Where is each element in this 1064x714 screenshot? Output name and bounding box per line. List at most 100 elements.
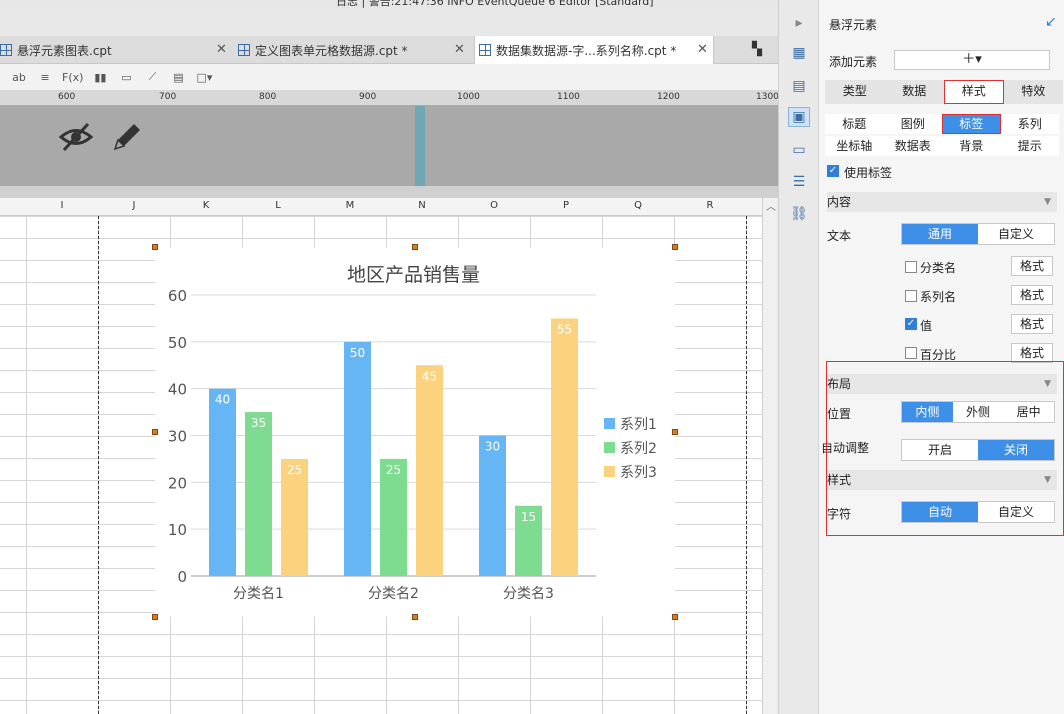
tab-menu-icon[interactable]: ▚ [752, 42, 762, 57]
y-tick-label: 60 [168, 287, 187, 305]
column-label[interactable]: L [242, 200, 314, 211]
text-mode-custom[interactable]: 自定义 [978, 224, 1054, 244]
chart-tool-button[interactable]: ▮▮ [91, 71, 109, 84]
y-tick-label: 0 [177, 568, 187, 586]
bar-chart: 地区产品销售量 0 10 20 30 40 50 60 40 35 25 分类名1 50 25 45 分类名2… [168, 264, 657, 602]
column-label[interactable]: O [458, 200, 530, 211]
data-label: 25 [287, 463, 302, 477]
close-icon[interactable]: ✕ [697, 42, 708, 57]
pencil-icon[interactable] [110, 120, 144, 154]
add-element-label: 添加元素 [829, 55, 878, 69]
list-icon[interactable]: ☰ [789, 173, 809, 191]
style-subtabs-row1: 标题 图例 标签 系列 [825, 114, 1059, 134]
tab-doc-2[interactable]: 定义图表单元格数据源.cpt * ✕ [238, 36, 470, 64]
border-tool-button[interactable]: □▾ [195, 71, 213, 84]
subtab-series[interactable]: 系列 [1000, 114, 1059, 134]
float-element-icon[interactable]: ▣ [788, 107, 810, 127]
tab-type[interactable]: 类型 [825, 80, 885, 104]
resize-handle[interactable] [412, 244, 418, 250]
value-checkbox[interactable]: ✓ [905, 318, 917, 330]
percent-checkbox[interactable] [905, 347, 917, 359]
vertical-scrollbar[interactable]: ︿ [762, 198, 778, 714]
subtab-legend[interactable]: 图例 [883, 114, 942, 134]
series-name-checkbox[interactable] [905, 290, 917, 302]
subtab-tooltip[interactable]: 提示 [1000, 136, 1059, 156]
column-label[interactable]: N [386, 200, 458, 211]
tab-label: 悬浮元素图表.cpt [17, 43, 112, 58]
column-label[interactable]: R [674, 200, 746, 211]
collapse-arrow-icon[interactable]: ▸ [789, 14, 809, 32]
format-button[interactable]: 格式 [1011, 285, 1053, 305]
highlight-box [826, 361, 1064, 536]
text-mode-general[interactable]: 通用 [902, 224, 978, 244]
tab-doc-3[interactable]: 数据集数据源-字...系列名称.cpt * ✕ [474, 36, 714, 64]
subtab-label[interactable]: 标签 [942, 114, 1001, 134]
format-button[interactable]: 格式 [1011, 314, 1053, 334]
resize-handle[interactable] [672, 244, 678, 250]
resize-handle[interactable] [152, 614, 158, 620]
column-label[interactable]: K [170, 200, 242, 211]
format-button[interactable]: 格式 [1011, 343, 1053, 363]
y-tick-label: 20 [168, 474, 187, 492]
column-label[interactable]: J [98, 200, 170, 211]
tab-style[interactable]: 样式 [944, 80, 1004, 104]
format-button[interactable]: 格式 [1011, 256, 1053, 276]
x-tick-label: 分类名2 [368, 586, 419, 602]
widget-icon[interactable]: ▭ [789, 141, 809, 159]
tab-label: 定义图表单元格数据源.cpt * [255, 43, 408, 58]
use-label-text: 使用标签 [844, 166, 893, 180]
tab-doc-1[interactable]: 悬浮元素图表.cpt ✕ [0, 36, 232, 64]
slash-tool-button[interactable]: ⟋ [143, 70, 161, 84]
column-header: I J K L M N O P Q R [0, 198, 762, 216]
format-toolbar: ab ≡ F(x) ▮▮ ▭ ⟋ ▤ □▾ [0, 64, 778, 90]
page-break-line [98, 216, 99, 714]
add-element-button[interactable]: ＋▾ [894, 50, 1050, 70]
scroll-up-icon[interactable]: ︿ [766, 198, 776, 213]
ruler-tick: 1300 [756, 92, 778, 102]
text-mode-toggle: 通用 自定义 [901, 223, 1055, 245]
subtab-background[interactable]: 背景 [942, 136, 1001, 156]
tab-effect[interactable]: 特效 [1003, 80, 1063, 104]
resize-handle[interactable] [152, 429, 158, 435]
close-icon[interactable]: ✕ [454, 42, 465, 57]
subreport-tool-button[interactable]: ▤ [169, 71, 187, 84]
close-icon[interactable]: ✕ [216, 42, 227, 57]
align-tool-button[interactable]: ≡ [36, 71, 54, 84]
property-panel: 悬浮元素 ↙ 添加元素 ＋▾ 类型 数据 样式 特效 标题 图例 标签 系列 坐… [818, 0, 1064, 714]
resize-handle[interactable] [412, 614, 418, 620]
subtab-datasheet[interactable]: 数据表 [883, 136, 942, 156]
use-label-checkbox[interactable]: ✓ [827, 165, 839, 177]
resize-handle[interactable] [672, 429, 678, 435]
ruler-tick: 600 [58, 92, 76, 102]
link-icon[interactable]: ⛓ [789, 205, 809, 223]
bar [479, 435, 506, 576]
eye-slash-icon[interactable] [58, 120, 94, 154]
resize-handle[interactable] [152, 244, 158, 250]
resize-handle[interactable] [672, 614, 678, 620]
column-label[interactable]: P [530, 200, 602, 211]
image-tool-button[interactable]: ▭ [117, 71, 135, 84]
floating-chart[interactable]: 地区产品销售量 0 10 20 30 40 50 60 40 35 25 分类名1 50 25 45 分类名2… [155, 247, 675, 617]
ruler-tick: 1200 [657, 92, 680, 102]
content-section-header[interactable]: 内容 ▼ [827, 192, 1057, 212]
chart-title: 地区产品销售量 [347, 264, 480, 286]
selection-guide [415, 106, 425, 186]
column-label[interactable]: M [314, 200, 386, 211]
collapse-icon[interactable]: ▼ [1044, 192, 1051, 212]
main-tabs: 类型 数据 样式 特效 [825, 80, 1063, 104]
subtab-title[interactable]: 标题 [825, 114, 884, 134]
legend-label: 系列1 [620, 417, 657, 433]
column-label[interactable]: I [26, 200, 98, 211]
text-tool-button[interactable]: ab [10, 71, 28, 84]
tab-data[interactable]: 数据 [884, 80, 944, 104]
condition-icon[interactable]: ▤ [789, 77, 809, 95]
subtab-axis[interactable]: 坐标轴 [825, 136, 884, 156]
data-label: 35 [251, 416, 266, 430]
value-label: 值 [920, 319, 933, 333]
data-label: 50 [350, 346, 365, 360]
column-label[interactable]: Q [602, 200, 674, 211]
formula-tool-button[interactable]: F(x) [62, 71, 83, 84]
cell-attr-icon[interactable]: ▦ [789, 44, 809, 62]
pin-icon[interactable]: ↙ [1045, 14, 1057, 30]
category-name-checkbox[interactable] [905, 261, 917, 273]
